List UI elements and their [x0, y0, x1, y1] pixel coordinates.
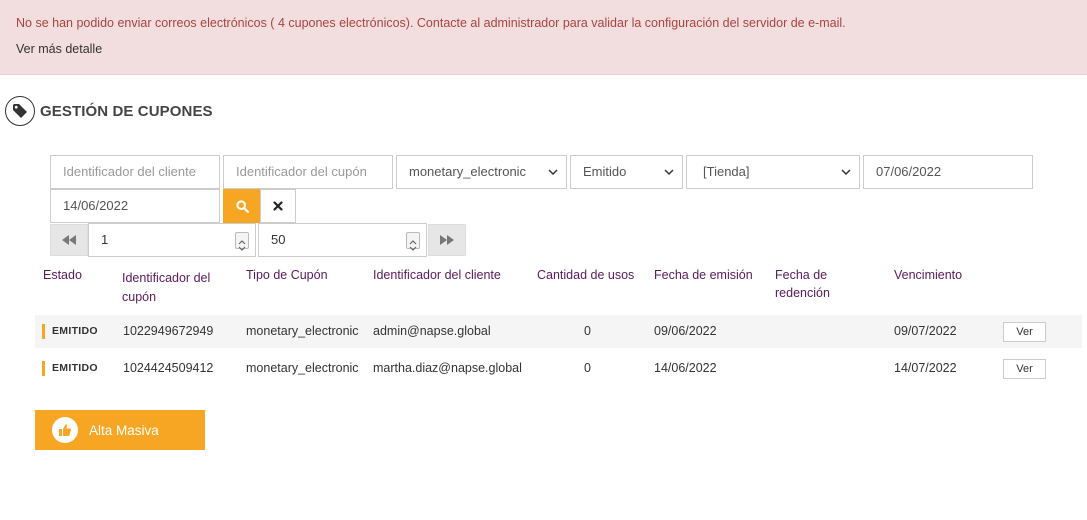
previous-page-button[interactable] [50, 224, 88, 256]
table-row: EMITIDO 1024424509412 monetary_electroni… [35, 352, 1082, 385]
chevron-down-icon [664, 169, 674, 176]
status-select[interactable]: Emitido [570, 155, 683, 189]
page-title: GESTIÓN DE CUPONES [40, 102, 213, 120]
header-coupon-id-line1: Identificador del [122, 271, 211, 285]
stepper-arrows[interactable] [235, 232, 249, 251]
thumbs-up-icon [52, 417, 78, 443]
coupon-id-input[interactable]: Identificador del cupón [223, 155, 393, 189]
usage-count-cell: 0 [584, 361, 591, 375]
page-number-value: 1 [101, 232, 109, 247]
expiration-cell: 14/07/2022 [894, 361, 957, 375]
status-value: Emitido [583, 164, 627, 179]
header-coupon-id-line2: cupón [122, 290, 157, 304]
bulk-upload-label: Alta Masiva [89, 422, 159, 438]
alert-message: No se han podido enviar correos electrón… [16, 16, 846, 30]
coupon-type-value: monetary_electronic [409, 164, 527, 179]
stepper-arrows[interactable] [406, 232, 420, 251]
search-icon [235, 199, 249, 213]
bulk-upload-button[interactable]: Alta Masiva [35, 410, 205, 450]
header-usage-count: Cantidad de usos [537, 268, 635, 282]
client-id-cell: admin@napse.global [373, 324, 491, 338]
tag-icon [5, 96, 35, 126]
coupon-type-select[interactable]: monetary_electronic [396, 155, 567, 189]
date-from-input[interactable]: 07/06/2022 [863, 155, 1033, 189]
header-estado: Estado [43, 268, 82, 282]
expiration-cell: 09/07/2022 [894, 324, 957, 338]
table-row: EMITIDO 1022949672949 monetary_electroni… [35, 315, 1082, 348]
header-coupon-id: Identificador del cupón [122, 267, 210, 305]
fast-forward-icon [440, 235, 454, 245]
coupon-id-cell: 1024424509412 [123, 361, 214, 375]
chevron-down-icon [548, 169, 558, 176]
header-expiration: Vencimiento [894, 268, 963, 282]
clear-filters-button[interactable] [260, 189, 296, 223]
header-redemption-line2: redención [775, 286, 830, 300]
header-redemption-line1: Fecha de [775, 268, 828, 282]
next-page-button[interactable] [428, 224, 466, 256]
details-link[interactable]: Ver más detalle [16, 42, 102, 56]
error-alert: No se han podido enviar correos electrón… [0, 0, 1087, 75]
usage-count-cell: 0 [584, 324, 591, 338]
coupon-id-cell: 1022949672949 [123, 324, 214, 338]
issue-date-cell: 14/06/2022 [654, 361, 717, 375]
date-to-input[interactable]: 14/06/2022 [50, 189, 220, 223]
page-size-input[interactable]: 50 [258, 223, 427, 257]
stepper-icon [238, 240, 246, 251]
issue-date-cell: 09/06/2022 [654, 324, 717, 338]
view-button[interactable]: Ver [1003, 359, 1046, 379]
coupon-type-cell: monetary_electronic [246, 361, 359, 375]
coupon-type-cell: monetary_electronic [246, 324, 359, 338]
client-id-input[interactable]: Identificador del cliente [50, 155, 220, 189]
page-header: GESTIÓN DE CUPONES [5, 96, 213, 126]
chevron-down-icon [841, 169, 851, 176]
page-size-value: 50 [271, 232, 286, 247]
stepper-icon [409, 240, 417, 251]
fast-backward-icon [62, 235, 76, 245]
header-issue-date: Fecha de emisión [654, 268, 753, 282]
client-id-cell: martha.diaz@napse.global [373, 361, 522, 375]
store-value: [Tienda] [703, 164, 750, 179]
view-button[interactable]: Ver [1003, 322, 1046, 342]
store-select[interactable]: [Tienda] [686, 155, 860, 189]
status-badge: EMITIDO [42, 361, 98, 376]
close-icon [273, 201, 283, 211]
header-redemption-date: Fecha de redención [775, 266, 830, 302]
header-coupon-type: Tipo de Cupón [246, 268, 328, 282]
header-client-id: Identificador del cliente [373, 268, 501, 282]
page-number-input[interactable]: 1 [88, 223, 256, 257]
status-badge: EMITIDO [42, 324, 98, 339]
search-button[interactable] [223, 189, 261, 223]
